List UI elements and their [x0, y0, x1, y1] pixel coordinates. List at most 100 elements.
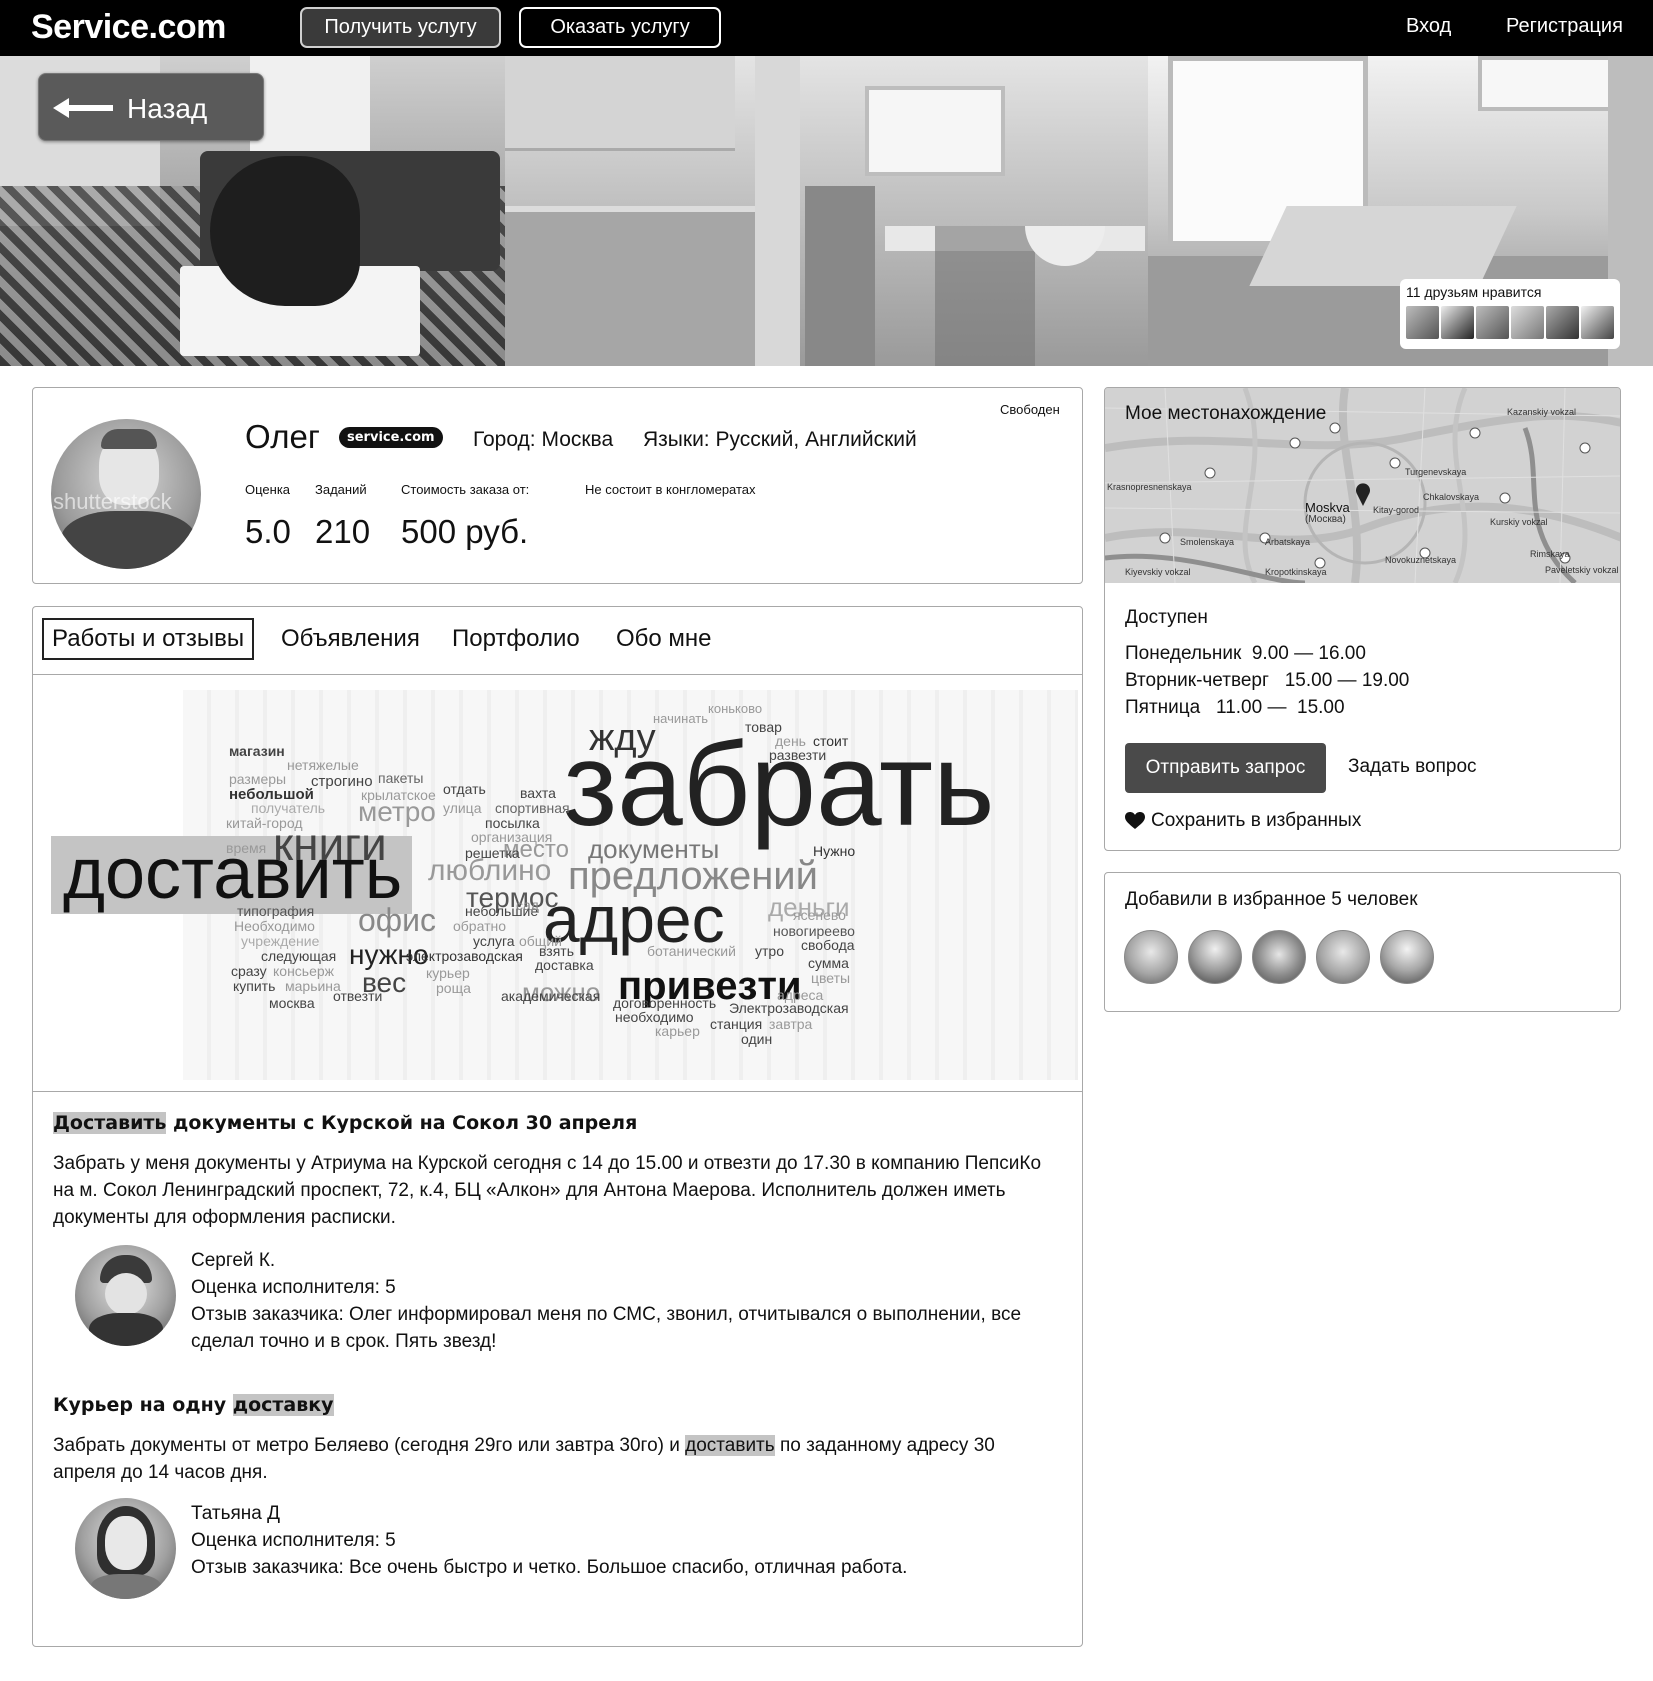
map-label: Paveletskiy vokzal [1545, 565, 1619, 575]
ask-question-link[interactable]: Задать вопрос [1348, 756, 1477, 778]
cloud-word: начинать [653, 711, 709, 726]
map-label: Kazanskiy vokzal [1507, 407, 1577, 417]
map-label: Turgenevskaya [1405, 467, 1467, 477]
map-label: Krasnopresnenskaya [1107, 482, 1192, 492]
cloud-word: купить [233, 978, 276, 994]
cloud-word: утро [755, 943, 784, 959]
cloud-word: необходимо [615, 1009, 694, 1025]
tab-about-me[interactable]: Обо мне [616, 618, 712, 660]
arrow-left-icon [53, 98, 113, 118]
price-value: 500 руб. [401, 513, 529, 550]
heart-icon [1125, 812, 1145, 829]
give-service-button[interactable]: Оказать услугу [519, 7, 721, 48]
back-button[interactable]: Назад [38, 73, 264, 141]
cloud-word: обратно [453, 918, 506, 934]
map-title: Мое местонахождение [1125, 403, 1327, 424]
friend-avatar[interactable] [1511, 306, 1544, 339]
cloud-word: ботанический [647, 943, 736, 959]
profile-avatar: shutterstock [51, 419, 201, 569]
cloud-word: крылатское [361, 787, 436, 803]
avatar-watermark: shutterstock [53, 489, 172, 514]
friends-like-box[interactable]: 11 друзьям нравится [1400, 279, 1620, 349]
reviewer-avatar[interactable] [75, 1245, 176, 1346]
reviewer-score: Оценка исполнителя: 5 [191, 1530, 396, 1551]
cloud-word: время [226, 840, 267, 856]
friend-avatar[interactable] [1441, 306, 1474, 339]
cloud-word: коньково [708, 701, 763, 716]
map-label: Kitay-gorod [1373, 505, 1420, 515]
job-description: Забрать документы от метро Беляево (сего… [53, 1432, 1053, 1486]
profile-name: Олег [245, 418, 320, 455]
get-service-button[interactable]: Получить услугу [300, 7, 501, 48]
cloud-word: организация [471, 829, 553, 845]
tab-works-reviews[interactable]: Работы и отзывы [42, 618, 255, 660]
save-favorite-label: Сохранить в избранных [1151, 810, 1362, 831]
map-label: Novokuznetskaya [1385, 555, 1457, 565]
rating-label: Оценка [245, 482, 291, 497]
job-title-rest: документы с Курской на Сокол 30 апреля [166, 1112, 638, 1134]
cloud-word: документы [588, 834, 720, 864]
cloud-word: вахта [520, 785, 556, 801]
cloud-word: размеры [229, 771, 287, 787]
job-title[interactable]: Доставить документы с Курской на Сокол 3… [53, 1112, 637, 1134]
cloud-word: жду [589, 717, 656, 759]
schedule-row: Понедельник 9.00 — 16.00 [1125, 643, 1366, 664]
job-title-highlight: Доставить [53, 1112, 167, 1134]
save-favorite-link[interactable]: Сохранить в избранных [1125, 810, 1361, 832]
cloud-word: товар [745, 719, 782, 735]
map-label: Kurskiy vokzal [1490, 517, 1548, 527]
review-text: Отзыв заказчика: Олег информировал меня … [191, 1304, 1022, 1352]
cloud-word: китай-город [226, 815, 303, 831]
cloud-word: учреждение [241, 933, 320, 949]
profile-tabs: Работы и отзывы Объявления Портфолио Обо… [33, 607, 1082, 675]
friend-avatar[interactable] [1476, 306, 1509, 339]
login-link[interactable]: Вход [1406, 15, 1451, 38]
cloud-word: день [775, 733, 806, 749]
job-title[interactable]: Курьер на одну доставку [53, 1394, 334, 1416]
tab-portfolio[interactable]: Портфолио [452, 618, 580, 660]
cloud-word: нетяжелые [287, 757, 359, 773]
friend-avatar[interactable] [1581, 306, 1614, 339]
location-map[interactable]: Moskva (Москва) Kazanskiy vokzal Kurskiy… [1105, 388, 1620, 583]
cloud-word: получатель [251, 800, 326, 816]
map-label: Kropotkinskaya [1265, 567, 1327, 577]
availability-status: Свободен [1000, 402, 1060, 417]
schedule-row: Пятница 11.00 — 15.00 [1125, 697, 1345, 718]
register-link[interactable]: Регистрация [1506, 15, 1623, 38]
tasks-value: 210 [315, 513, 371, 550]
send-request-button[interactable]: Отправить запрос [1125, 743, 1326, 793]
favorite-user-avatar[interactable] [1380, 930, 1434, 984]
tab-announcements[interactable]: Объявления [281, 618, 420, 660]
cloud-word: магазин [229, 743, 285, 759]
cloud-word: новогиреево [773, 923, 855, 939]
cloud-word: отдать [443, 781, 486, 797]
job-description: Забрать у меня документы у Атриума на Ку… [53, 1153, 1042, 1228]
review-block: Сергей К. Оценка исполнителя: 5 Отзыв за… [191, 1247, 1041, 1355]
favorite-user-avatar[interactable] [1316, 930, 1370, 984]
cloud-word: электрозаводская [406, 948, 523, 964]
friend-avatar[interactable] [1546, 306, 1579, 339]
cloud-word: договоренность [613, 995, 717, 1011]
cloud-word: услуга [473, 933, 515, 949]
map-label: Moskva [1305, 500, 1350, 515]
cloud-word: завтра [769, 1016, 813, 1032]
cloud-word: сразу [231, 963, 267, 979]
favorites-title: Добавили в избранное 5 человек [1125, 889, 1418, 910]
friend-avatar[interactable] [1406, 306, 1439, 339]
favorite-user-avatar[interactable] [1124, 930, 1178, 984]
job-title-highlight: доставку [232, 1394, 334, 1416]
cloud-word: пакеты [378, 770, 424, 786]
favorite-user-avatar[interactable] [1188, 930, 1242, 984]
profile-languages: Языки: Русский, Английский [643, 428, 917, 451]
location-availability-card: Moskva (Москва) Kazanskiy vokzal Kurskiy… [1104, 387, 1621, 851]
site-logo[interactable]: Service.com [31, 8, 226, 47]
conglomerate-status: Не состоит в конгломератах [585, 482, 756, 497]
cloud-word: решетка [465, 845, 520, 861]
map-label: Smolenskaya [1180, 537, 1235, 547]
cloud-word: цветы [811, 970, 851, 986]
favorite-user-avatar[interactable] [1252, 930, 1306, 984]
reviewer-name: Сергей К. [191, 1250, 276, 1271]
reviewer-avatar[interactable] [75, 1498, 176, 1599]
price-label: Стоимость заказа от: [401, 482, 530, 497]
cloud-word: курьер [426, 965, 470, 981]
